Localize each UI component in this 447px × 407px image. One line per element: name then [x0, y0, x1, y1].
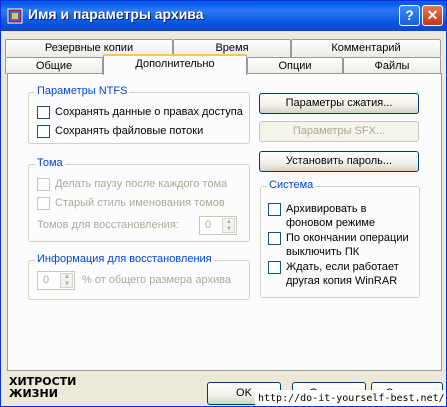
volumes-legend: Тома [35, 157, 65, 169]
checkbox-label: Сохранять данные о правах доступа [55, 106, 243, 118]
spin-down-icon: ▼ [64, 281, 70, 287]
recovery-suffix: % от общего размера архива [82, 274, 231, 286]
spinner-value: 0 [43, 274, 50, 286]
tab-options[interactable]: Опции [247, 57, 343, 74]
site-logo: ХИТРОСТИ ЖИЗНИ [9, 376, 76, 400]
tab-files[interactable]: Файлы [343, 57, 441, 74]
window-title: Имя и параметры архива [28, 6, 204, 22]
recovery-legend: Информация для восстановления [35, 253, 214, 265]
ntfs-legend: Параметры NTFS [35, 85, 130, 97]
winrar-icon [6, 7, 24, 25]
spinner-arrows: ▲ ▼ [222, 218, 235, 233]
checkbox-label: Делать паузу после каждого тома [55, 178, 228, 190]
logo-line-2: ЖИЗНИ [9, 387, 58, 400]
volumes-group: Тома Делать паузу после каждого тома Ста… [28, 157, 250, 242]
recovery-group: Информация для восстановления 0 ▲ ▼ % от… [28, 253, 250, 300]
checkbox [37, 178, 50, 191]
system-option-shutdown[interactable]: По окончании операции выключить ПК [268, 231, 416, 259]
spin-up-icon: ▲ [64, 274, 70, 280]
checkbox[interactable] [37, 125, 50, 138]
ntfs-option-permissions[interactable]: Сохранять данные о правах доступа [37, 105, 243, 119]
checkbox-label: Старый стиль именования томов [55, 197, 225, 209]
tab-general[interactable]: Общие [5, 57, 103, 74]
archive-dialog: Имя и параметры архива ? ✕ Резервные коп… [0, 0, 447, 407]
compression-settings-button[interactable]: Параметры сжатия... [259, 93, 419, 114]
checkbox-label: По окончании операции выключить ПК [286, 232, 409, 258]
ntfs-option-streams[interactable]: Сохранять файловые потоки [37, 124, 203, 138]
tab-comment[interactable]: Комментарий [291, 39, 441, 57]
checkbox-label: Архивировать в фоновом режиме [286, 203, 376, 229]
sfx-settings-button: Параметры SFX... [259, 121, 419, 142]
checkbox [37, 197, 50, 210]
advanced-panel: Параметры NTFS Сохранять данные о правах… [7, 73, 442, 371]
spinner-arrows: ▲ ▼ [60, 273, 73, 288]
help-title-button[interactable]: ? [399, 5, 420, 26]
checkbox-label: Ждать, если работает другая копия WinRAR [286, 261, 399, 287]
system-legend: Система [267, 179, 316, 191]
set-password-button[interactable]: Установить пароль... [259, 151, 419, 172]
system-group: Система Архивировать в фоновом режиме По… [260, 179, 420, 298]
system-option-wait[interactable]: Ждать, если работает другая копия WinRAR [268, 260, 416, 288]
recovery-volumes-spinner: 0 ▲ ▼ [199, 216, 237, 235]
spinner-value: 0 [205, 219, 212, 231]
spin-down-icon: ▼ [226, 226, 232, 232]
title-bar: Имя и параметры архива ? ✕ [1, 1, 446, 31]
system-option-background[interactable]: Архивировать в фоновом режиме [268, 202, 416, 230]
close-title-button[interactable]: ✕ [422, 5, 443, 26]
checkbox-label: Сохранять файловые потоки [55, 125, 204, 137]
checkbox[interactable] [268, 203, 281, 216]
checkbox[interactable] [37, 106, 50, 119]
checkbox[interactable] [268, 261, 281, 274]
spin-up-icon: ▲ [226, 219, 232, 225]
recovery-percent-spinner: 0 ▲ ▼ [37, 271, 75, 290]
checkbox[interactable] [268, 232, 281, 245]
volumes-option-pause: Делать паузу после каждого тома [37, 177, 227, 191]
ntfs-group: Параметры NTFS Сохранять данные о правах… [28, 85, 250, 144]
tab-advanced[interactable]: Дополнительно [103, 54, 247, 75]
recovery-volumes-label: Томов для восстановления: [37, 219, 179, 231]
volumes-option-old-naming: Старый стиль именования томов [37, 196, 225, 210]
watermark-url: http://do-it-yourself-best.net/ [255, 390, 446, 406]
